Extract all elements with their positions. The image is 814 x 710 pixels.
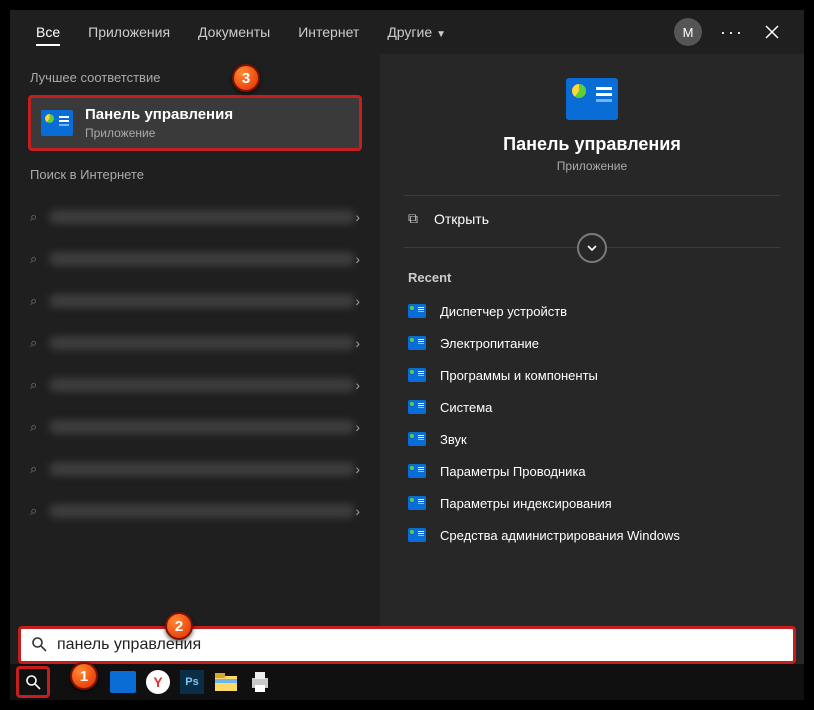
control-panel-icon — [408, 368, 426, 382]
search-window: Все Приложения Документы Интернет Другие… — [8, 8, 806, 702]
recent-item-label: Электропитание — [440, 336, 539, 351]
web-result-item[interactable]: ⌕› — [20, 448, 370, 490]
chevron-right-icon: › — [355, 335, 360, 351]
chevron-right-icon: › — [355, 209, 360, 225]
preview-hero: Панель управления Приложение — [404, 78, 780, 173]
divider — [404, 247, 780, 248]
preview-title: Панель управления — [503, 134, 681, 155]
annotation-badge-3: 3 — [232, 64, 260, 92]
taskbar-search-button[interactable] — [16, 666, 50, 698]
annotation-badge-2: 2 — [165, 612, 193, 640]
recent-item-label: Система — [440, 400, 492, 415]
recent-item-label: Диспетчер устройств — [440, 304, 567, 319]
tab-docs[interactable]: Документы — [184, 14, 284, 50]
web-search-label: Поиск в Интернете — [10, 151, 380, 192]
recent-item[interactable]: Параметры Проводника — [404, 455, 780, 487]
open-icon: ⧉ — [408, 210, 418, 227]
close-button[interactable] — [752, 12, 792, 52]
recent-item-label: Средства администрирования Windows — [440, 528, 680, 543]
taskbar-photoshop-icon[interactable]: Ps — [180, 670, 204, 694]
web-result-item[interactable]: ⌕› — [20, 196, 370, 238]
best-match-title: Панель управления — [85, 106, 233, 123]
search-bar[interactable] — [18, 626, 796, 664]
control-panel-icon — [408, 496, 426, 510]
search-icon: ⌕ — [30, 377, 37, 393]
recent-item[interactable]: Программы и компоненты — [404, 359, 780, 391]
taskbar-explorer-icon[interactable] — [214, 667, 238, 697]
web-result-item[interactable]: ⌕› — [20, 238, 370, 280]
control-panel-icon — [566, 78, 618, 120]
expand-button[interactable] — [577, 233, 607, 263]
search-icon: ⌕ — [30, 419, 37, 435]
search-icon: ⌕ — [30, 293, 37, 309]
web-result-item[interactable]: ⌕› — [20, 406, 370, 448]
recent-item-label: Программы и компоненты — [440, 368, 598, 383]
caret-down-icon: ▼ — [436, 29, 446, 40]
open-label: Открыть — [434, 211, 489, 227]
results-panel: Лучшее соответствие Панель управления Пр… — [10, 54, 380, 700]
preview-panel: Панель управления Приложение ⧉ Открыть R… — [380, 54, 804, 700]
preview-subtitle: Приложение — [557, 159, 627, 173]
chevron-right-icon: › — [355, 419, 360, 435]
recent-list: Диспетчер устройств Электропитание Програм… — [404, 295, 780, 551]
taskbar-printer-icon[interactable] — [248, 667, 272, 697]
search-input[interactable] — [57, 636, 783, 654]
tab-all[interactable]: Все — [22, 14, 74, 50]
tab-web[interactable]: Интернет — [284, 14, 373, 50]
search-body: Лучшее соответствие Панель управления Пр… — [10, 54, 804, 700]
web-result-item[interactable]: ⌕› — [20, 322, 370, 364]
web-results: ⌕› ⌕› ⌕› ⌕› ⌕› ⌕› ⌕› ⌕› — [10, 192, 380, 532]
more-button[interactable]: ··· — [712, 12, 752, 52]
tab-apps[interactable]: Приложения — [74, 14, 184, 50]
control-panel-icon — [408, 464, 426, 478]
best-match-item[interactable]: Панель управления Приложение — [28, 95, 362, 151]
recent-label: Recent — [408, 270, 780, 285]
search-icon: ⌕ — [30, 461, 37, 477]
search-icon: ⌕ — [30, 209, 37, 225]
recent-item-label: Параметры индексирования — [440, 496, 612, 511]
close-icon — [765, 25, 779, 39]
search-icon — [31, 636, 47, 657]
control-panel-icon — [408, 336, 426, 350]
chevron-down-icon — [586, 242, 598, 254]
best-match-label: Лучшее соответствие — [10, 54, 380, 95]
chevron-right-icon: › — [355, 461, 360, 477]
recent-item[interactable]: Электропитание — [404, 327, 780, 359]
recent-item[interactable]: Звук — [404, 423, 780, 455]
control-panel-icon — [408, 432, 426, 446]
chevron-right-icon: › — [355, 377, 360, 393]
recent-item-label: Звук — [440, 432, 467, 447]
search-icon: ⌕ — [30, 335, 37, 351]
taskbar-yandex-icon[interactable]: Y — [146, 670, 170, 694]
control-panel-icon — [408, 400, 426, 414]
control-panel-icon — [408, 304, 426, 318]
chevron-right-icon: › — [355, 251, 360, 267]
filter-tabs: Все Приложения Документы Интернет Другие… — [10, 10, 804, 54]
recent-item[interactable]: Система — [404, 391, 780, 423]
recent-item[interactable]: Средства администрирования Windows — [404, 519, 780, 551]
user-avatar[interactable]: М — [674, 18, 702, 46]
web-result-item[interactable]: ⌕› — [20, 490, 370, 532]
chevron-right-icon: › — [355, 503, 360, 519]
taskbar: Y Ps — [10, 664, 804, 700]
recent-item-label: Параметры Проводника — [440, 464, 586, 479]
search-icon: ⌕ — [30, 503, 37, 519]
web-result-item[interactable]: ⌕› — [20, 280, 370, 322]
annotation-badge-1: 1 — [70, 662, 98, 690]
search-icon: ⌕ — [30, 251, 37, 267]
control-panel-icon — [41, 110, 73, 136]
control-panel-icon — [408, 528, 426, 542]
best-match-subtitle: Приложение — [85, 126, 233, 140]
recent-item[interactable]: Параметры индексирования — [404, 487, 780, 519]
tab-more[interactable]: Другие▼ — [373, 14, 460, 50]
chevron-right-icon: › — [355, 293, 360, 309]
web-result-item[interactable]: ⌕› — [20, 364, 370, 406]
taskbar-keyboard-icon[interactable] — [110, 671, 136, 693]
recent-item[interactable]: Диспетчер устройств — [404, 295, 780, 327]
